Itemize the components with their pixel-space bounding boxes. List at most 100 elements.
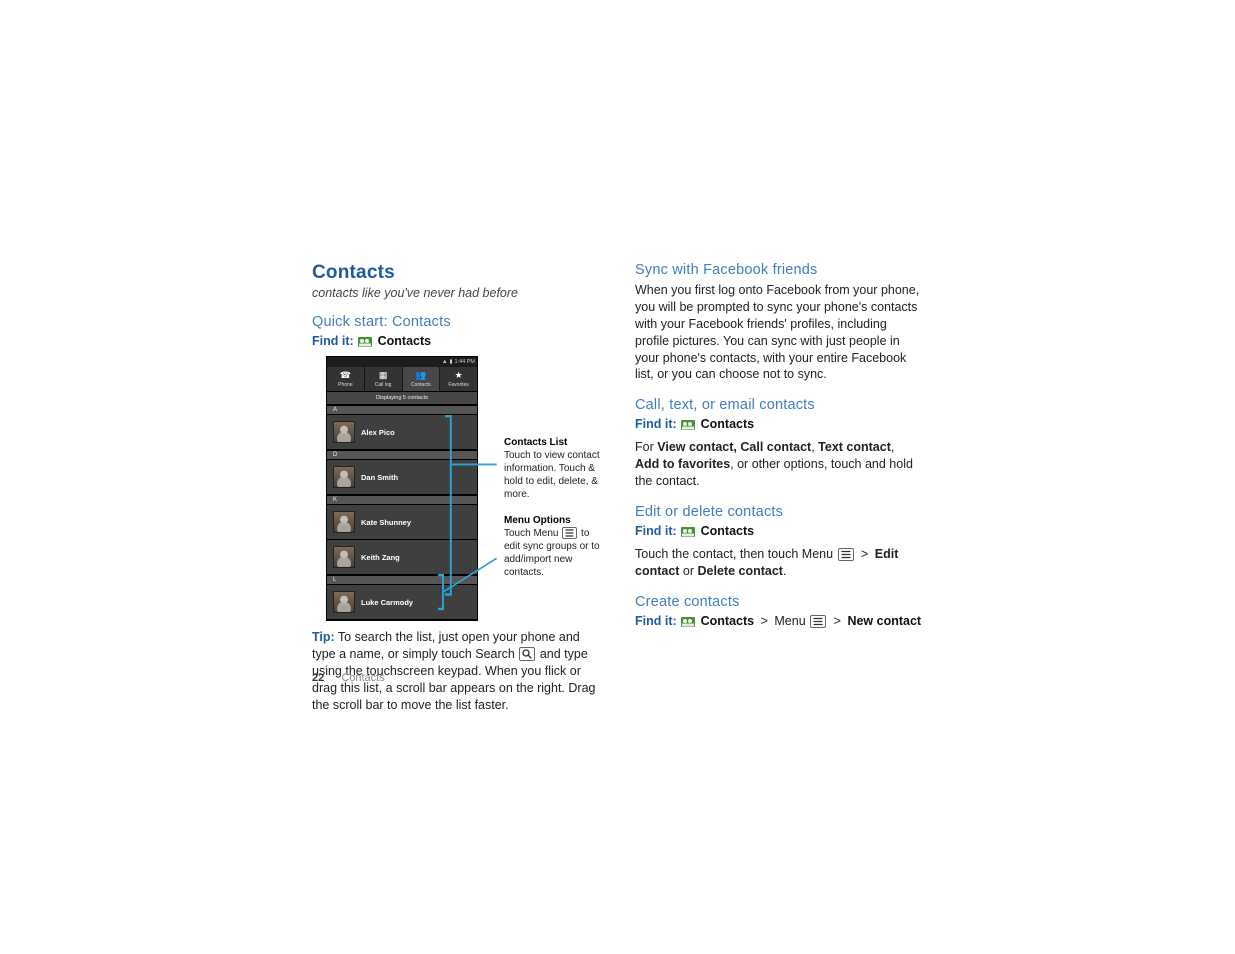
phone-displaying-count: Displaying 5 contacts: [327, 392, 477, 405]
text-bold: View contact, Call contact: [657, 440, 811, 454]
contact-row: Alex Pico: [327, 415, 477, 450]
contact-row: Luke Carmody: [327, 585, 477, 620]
footer-section: Contacts: [341, 672, 384, 684]
contact-name: Keith Zang: [361, 553, 400, 562]
phone-mockup: ▲ ▮ 1:44 PM ☎ Phone ▦ Call log 👥 Contacts ★ Fav…: [326, 356, 478, 621]
contact-name: Kate Shunney: [361, 518, 411, 527]
tab-icon: ▦: [379, 371, 388, 380]
breadcrumb-separator: >: [831, 614, 844, 628]
section-header: A: [327, 405, 477, 415]
text: For: [635, 440, 657, 454]
contact-row: Kate Shunney: [327, 505, 477, 540]
status-right: ▲ ▮ 1:44 PM: [442, 359, 475, 365]
tab-label: Contacts: [411, 382, 431, 388]
sync-paragraph: When you first log onto Facebook from yo…: [635, 282, 922, 383]
callout-text: Touch Menu: [504, 528, 561, 539]
phone-tab-contacts: 👥 Contacts: [403, 367, 441, 391]
status-time: 1:44 PM: [455, 359, 475, 365]
findit-edit: Find it: Contacts: [635, 524, 922, 538]
edit-paragraph: Touch the contact, then touch Menu > Edi…: [635, 546, 922, 580]
contacts-app-icon: [681, 525, 695, 537]
right-column: Sync with Facebook friends When you firs…: [635, 262, 922, 719]
contact-row: Dan Smith: [327, 460, 477, 495]
text: .: [783, 564, 786, 578]
page-title: Contacts: [312, 262, 599, 284]
avatar: [333, 546, 355, 568]
page-tagline: contacts like you've never had before: [312, 286, 599, 300]
tab-icon: ★: [455, 371, 463, 380]
text: ,: [891, 440, 894, 454]
avatar: [333, 421, 355, 443]
breadcrumb-separator: >: [758, 614, 771, 628]
findit-dest: Contacts: [701, 524, 754, 538]
section-header: L: [327, 575, 477, 585]
findit-create: Find it: Contacts > Menu > New contact: [635, 614, 922, 628]
heading-call: Call, text, or email contacts: [635, 397, 922, 413]
text: or: [679, 564, 697, 578]
findit-label: Find it:: [312, 334, 354, 348]
phone-tab-phone: ☎ Phone: [327, 367, 365, 391]
text-bold: Text contact: [818, 440, 891, 454]
contacts-app-icon: [681, 615, 695, 627]
avatar: [333, 466, 355, 488]
callout-body: Touch to view contact information. Touch…: [504, 449, 604, 501]
menu-icon: [838, 548, 854, 561]
findit-dest: New contact: [847, 614, 921, 628]
callout-body: Touch Menu to edit sync groups or to add…: [504, 527, 604, 579]
tab-icon: 👥: [415, 371, 426, 380]
heading-edit: Edit or delete contacts: [635, 504, 922, 520]
phone-tab-call-log: ▦ Call log: [365, 367, 403, 391]
phone-tab-favorites: ★ Favorites: [440, 367, 477, 391]
findit-dest: Contacts: [701, 614, 754, 628]
text: >: [855, 547, 875, 561]
call-paragraph: For View contact, Call contact, Text con…: [635, 439, 922, 490]
text-bold: Add to favorites: [635, 457, 730, 471]
tip-label: Tip:: [312, 630, 335, 644]
text: Menu: [774, 614, 805, 628]
findit-label: Find it:: [635, 417, 677, 431]
callout-title: Menu Options: [504, 514, 604, 527]
findit-label: Find it:: [635, 524, 677, 538]
section-header: D: [327, 450, 477, 460]
findit-quickstart: Find it: Contacts: [312, 334, 599, 348]
menu-icon: [562, 527, 577, 539]
avatar: [333, 511, 355, 533]
page-footer: 22 Contacts: [312, 672, 385, 684]
heading-sync: Sync with Facebook friends: [635, 262, 922, 278]
two-column-content: Contacts contacts like you've never had …: [312, 262, 922, 719]
findit-dest: Contacts: [701, 417, 754, 431]
tab-label: Favorites: [448, 382, 469, 388]
contact-name: Dan Smith: [361, 473, 398, 482]
contact-row: Keith Zang: [327, 540, 477, 575]
contact-name: Alex Pico: [361, 428, 395, 437]
left-column: Contacts contacts like you've never had …: [312, 262, 599, 719]
text: Touch the contact, then touch Menu: [635, 547, 837, 561]
callout-contacts-list: Contacts List Touch to view contact info…: [504, 436, 604, 501]
contacts-app-icon: [681, 418, 695, 430]
tab-label: Phone: [338, 382, 352, 388]
callout-title: Contacts List: [504, 436, 604, 449]
contact-name: Luke Carmody: [361, 598, 413, 607]
manual-page: Contacts contacts like you've never had …: [0, 0, 1235, 954]
heading-quickstart: Quick start: Contacts: [312, 314, 599, 330]
tab-icon: ☎: [340, 371, 351, 380]
tab-label: Call log: [375, 382, 392, 388]
findit-dest: Contacts: [378, 334, 431, 348]
phone-statusbar: ▲ ▮ 1:44 PM: [327, 357, 477, 367]
page-number: 22: [312, 672, 324, 684]
phone-contact-list: A Alex Pico D Dan Smith K Kate Shunney Keith Z…: [327, 405, 477, 620]
avatar: [333, 591, 355, 613]
menu-icon: [810, 615, 826, 628]
callout-menu-options: Menu Options Touch Menu to edit sync gro…: [504, 514, 604, 579]
section-header: K: [327, 495, 477, 505]
battery-icon: ▮: [449, 359, 452, 365]
phone-tabs: ☎ Phone ▦ Call log 👥 Contacts ★ Favorites: [327, 367, 477, 392]
search-icon: [519, 647, 535, 661]
text-bold: Delete contact: [698, 564, 783, 578]
contacts-app-icon: [358, 335, 372, 347]
signal-icon: ▲: [442, 359, 447, 365]
heading-create: Create contacts: [635, 594, 922, 610]
phone-figure: ▲ ▮ 1:44 PM ☎ Phone ▦ Call log 👥 Contacts ★ Fav…: [326, 356, 599, 621]
findit-label: Find it:: [635, 614, 677, 628]
findit-call: Find it: Contacts: [635, 417, 922, 431]
